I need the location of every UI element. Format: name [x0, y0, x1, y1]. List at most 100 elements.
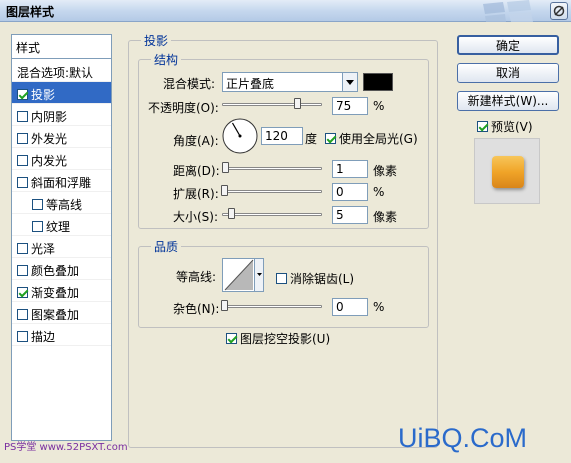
style-list-item-label: 图案叠加: [31, 308, 80, 322]
style-list-item[interactable]: 内阴影: [12, 104, 111, 126]
style-list-checkbox[interactable]: [32, 199, 43, 210]
distance-unit: 像素: [373, 164, 398, 178]
style-list-item[interactable]: 光泽: [12, 236, 111, 258]
chevron-down-icon: [342, 73, 357, 91]
style-list-item[interactable]: 内发光: [12, 148, 111, 170]
knockout-label: 图层挖空投影(U): [240, 332, 331, 346]
ps-watermark: PS学堂 www.52PSXT.com: [4, 438, 128, 453]
style-list-checkbox[interactable]: [17, 89, 28, 100]
noise-label: 杂色(N):: [173, 302, 220, 316]
style-list-item-label: 纹理: [46, 220, 71, 234]
contour-dropdown-arrow[interactable]: [254, 259, 263, 291]
style-list-checkbox[interactable]: [17, 177, 28, 188]
distance-slider-track[interactable]: [222, 167, 322, 170]
shadow-color-swatch[interactable]: [363, 73, 393, 91]
style-list-item[interactable]: 描边: [12, 324, 111, 346]
contour-picker[interactable]: [222, 258, 264, 292]
anti-alias-box[interactable]: [276, 273, 287, 284]
style-list-item[interactable]: 渐变叠加: [12, 280, 111, 302]
ok-button[interactable]: 确定: [457, 35, 559, 55]
distance-slider-thumb[interactable]: [222, 162, 229, 173]
style-list-checkbox[interactable]: [17, 243, 28, 254]
chevron-down-icon: [257, 273, 262, 276]
new-style-button[interactable]: 新建样式(W)...: [457, 91, 559, 111]
noise-input[interactable]: 0: [332, 298, 368, 316]
style-list-item-label: 内发光: [31, 154, 68, 168]
style-list-checkbox[interactable]: [17, 133, 28, 144]
windows-logo-decoration: [483, 0, 533, 22]
size-unit: 像素: [373, 210, 398, 224]
close-button[interactable]: [550, 2, 568, 20]
spread-unit: %: [373, 185, 385, 199]
style-list-item-label: 外发光: [31, 132, 68, 146]
size-label: 大小(S):: [173, 210, 219, 224]
style-preview-thumbnail: [474, 138, 540, 204]
size-slider-thumb[interactable]: [228, 208, 235, 219]
style-list-checkbox[interactable]: [17, 287, 28, 298]
opacity-unit: %: [373, 99, 385, 113]
styles-list-header: 样式: [12, 35, 111, 59]
preview-label: 预览(V): [491, 120, 533, 134]
style-list-checkbox[interactable]: [17, 309, 28, 320]
spread-input[interactable]: 0: [332, 183, 368, 201]
window-title: 图层样式: [6, 5, 55, 19]
spread-label: 扩展(R):: [173, 187, 219, 201]
style-list-item[interactable]: 投影: [12, 82, 111, 104]
style-list-checkbox[interactable]: [17, 331, 28, 342]
use-global-light-box[interactable]: [325, 133, 336, 144]
style-list-checkbox[interactable]: [32, 221, 43, 232]
angle-label: 角度(A):: [173, 134, 219, 148]
use-global-light-checkbox[interactable]: 使用全局光(G): [325, 130, 418, 147]
style-list-item-label: 斜面和浮雕: [31, 176, 92, 190]
ps-watermark-text: PS学堂 www.52PSXT.com: [4, 442, 128, 453]
style-list-checkbox[interactable]: [17, 111, 28, 122]
close-icon: [553, 5, 565, 17]
use-global-light-label: 使用全局光(G): [339, 132, 418, 146]
angle-unit: 度: [305, 132, 318, 146]
noise-slider-thumb[interactable]: [221, 300, 228, 311]
style-list-item-label: 等高线: [46, 198, 83, 212]
spread-slider-thumb[interactable]: [221, 185, 228, 196]
style-list-item[interactable]: 颜色叠加: [12, 258, 111, 280]
preview-checkbox[interactable]: 预览(V): [477, 118, 533, 135]
blend-mode-label: 混合模式:: [163, 77, 216, 91]
style-list-item-label: 光泽: [31, 242, 56, 256]
anti-alias-label: 消除锯齿(L): [290, 272, 355, 286]
preview-box[interactable]: [477, 121, 488, 132]
style-list-item[interactable]: 图案叠加: [12, 302, 111, 324]
style-list-item[interactable]: 斜面和浮雕: [12, 170, 111, 192]
size-input[interactable]: 5: [332, 206, 368, 224]
angle-input[interactable]: 120: [261, 127, 303, 145]
opacity-input[interactable]: 75: [332, 97, 368, 115]
distance-input[interactable]: 1: [332, 160, 368, 178]
style-list-item-label: 颜色叠加: [31, 264, 80, 278]
styles-list: 样式 混合选项:默认投影内阴影外发光内发光斜面和浮雕等高线纹理光泽颜色叠加渐变叠…: [11, 34, 112, 441]
spread-slider-track[interactable]: [222, 190, 322, 193]
opacity-label: 不透明度(O):: [148, 101, 219, 115]
blend-mode-select[interactable]: 正片叠底: [222, 72, 358, 92]
size-slider-track[interactable]: [222, 213, 322, 216]
distance-label: 距离(D):: [173, 164, 220, 178]
drop-shadow-title: 投影: [141, 32, 172, 49]
noise-unit: %: [373, 300, 385, 314]
contour-preview-icon: [224, 259, 254, 291]
style-list-item-label: 投影: [31, 88, 56, 102]
structure-title: 结构: [151, 51, 182, 68]
opacity-slider-thumb[interactable]: [294, 98, 301, 109]
cancel-button[interactable]: 取消: [457, 63, 559, 83]
style-list-item[interactable]: 混合选项:默认: [12, 60, 111, 82]
noise-slider-track[interactable]: [222, 305, 322, 308]
style-list-item-label: 混合选项:默认: [17, 66, 94, 80]
style-list-item[interactable]: 纹理: [12, 214, 111, 236]
style-list-item[interactable]: 等高线: [12, 192, 111, 214]
style-list-item[interactable]: 外发光: [12, 126, 111, 148]
style-list-checkbox[interactable]: [17, 265, 28, 276]
preview-swatch: [492, 156, 524, 188]
anti-alias-checkbox[interactable]: 消除锯齿(L): [276, 270, 354, 287]
knockout-box[interactable]: [226, 333, 237, 344]
uibq-watermark: UiBQ.CoM: [398, 423, 528, 453]
style-list-checkbox[interactable]: [17, 155, 28, 166]
angle-dial[interactable]: [221, 117, 259, 155]
opacity-slider-track[interactable]: [222, 103, 322, 106]
knockout-checkbox[interactable]: 图层挖空投影(U): [226, 330, 330, 347]
